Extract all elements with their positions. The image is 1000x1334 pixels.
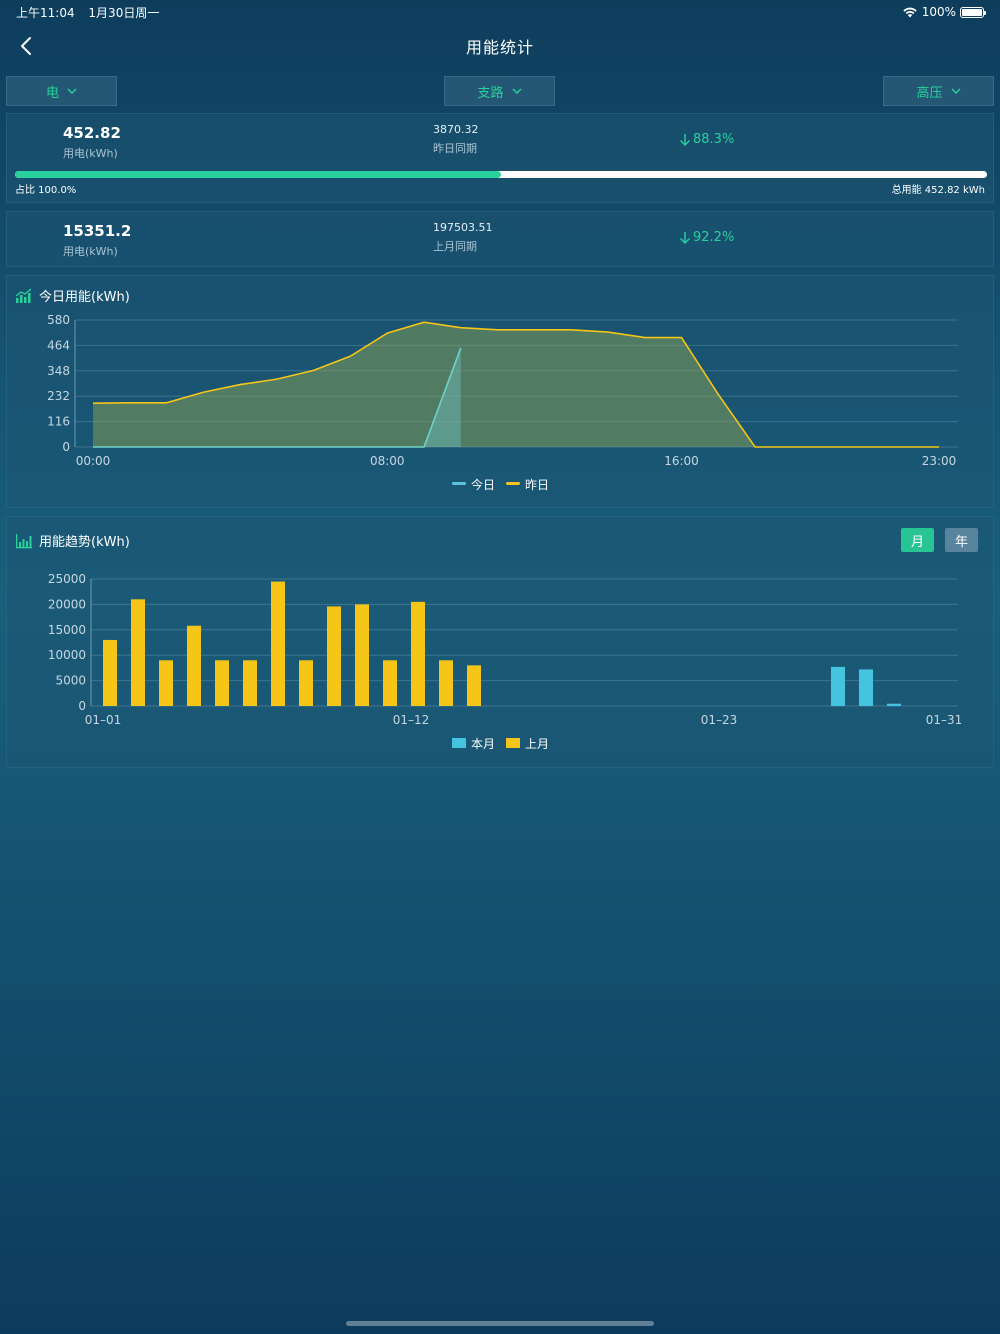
legend-swatch	[452, 738, 466, 748]
bar-this-month	[859, 669, 873, 706]
y-tick-label: 15000	[48, 623, 86, 637]
energy-type-dropdown[interactable]: 电	[6, 76, 117, 106]
yesterday-value: 3870.32	[433, 123, 479, 136]
branch-dropdown[interactable]: 支路	[444, 76, 555, 106]
legend-swatch	[506, 482, 520, 485]
today-stat-panel: 452.82 用电(kWh) 3870.32 昨日同期 88.3% 占比 100…	[6, 113, 994, 203]
x-tick-label: 00:00	[76, 454, 111, 468]
chevron-down-icon	[951, 88, 960, 94]
back-button[interactable]	[12, 32, 40, 60]
x-tick-label: 01–01	[85, 713, 122, 727]
y-tick-label: 5000	[55, 674, 86, 688]
arrow-down-icon	[680, 133, 690, 146]
x-tick-label: 08:00	[370, 454, 405, 468]
x-tick-label: 16:00	[664, 454, 699, 468]
arrow-down-icon	[680, 231, 690, 244]
share-progress-fill	[15, 171, 501, 178]
battery-icon	[960, 6, 986, 18]
nav-bar: 用能统计	[0, 24, 1000, 68]
bar-last-month	[271, 581, 285, 706]
month-stat-panel: 15351.2 用电(kWh) 197503.51 上月同期 92.2%	[6, 211, 994, 267]
bar-this-month	[831, 666, 845, 706]
y-tick-label: 232	[47, 389, 70, 403]
page-title: 用能统计	[465, 38, 534, 57]
wifi-icon	[902, 7, 917, 18]
voltage-dropdown[interactable]: 高压	[883, 76, 994, 106]
legend-label: 昨日	[525, 478, 549, 492]
y-tick-label: 464	[47, 338, 70, 352]
bar-last-month	[467, 665, 481, 706]
daily-usage-chart: 0 116 232 348 464 580 00:00 08:00 16:00 23:00 今日 昨日	[47, 313, 958, 492]
legend-label: 今日	[471, 477, 495, 492]
bar-last-month	[187, 625, 201, 706]
legend-swatch	[506, 738, 520, 748]
last-month-value: 197503.51	[433, 221, 493, 234]
share-label: 占比 100.0%	[15, 185, 77, 196]
y-tick-label: 25000	[48, 572, 86, 586]
daily-chart-panel: 今日用能(kWh) 0 116 232 348 464 580 00:00 08:00 16:0…	[6, 275, 994, 508]
last-month-label: 上月同期	[433, 240, 477, 253]
status-right: 100%	[902, 5, 986, 19]
bar-last-month	[383, 660, 397, 706]
bar-last-month	[327, 606, 341, 706]
status-date: 1月30日周一	[88, 5, 160, 20]
month-change: 92.2%	[679, 230, 734, 245]
series-yesterday-area	[93, 322, 939, 447]
y-tick-label: 116	[47, 415, 70, 429]
status-time: 上午11:04	[16, 5, 75, 20]
status-left: 上午11:04 1月30日周一	[16, 4, 169, 21]
month-value-label: 用电(kWh)	[63, 245, 118, 258]
voltage-label: 高压	[916, 85, 943, 101]
today-value-label: 用电(kWh)	[63, 147, 118, 160]
y-tick-label: 0	[78, 699, 86, 713]
legend-swatch	[452, 482, 466, 485]
bar-last-month	[439, 660, 453, 706]
battery-percent: 100%	[921, 5, 956, 19]
month-value: 15351.2	[63, 222, 132, 240]
bar-last-month	[243, 660, 257, 706]
chevron-left-icon	[21, 37, 31, 55]
y-tick-label: 20000	[48, 597, 86, 611]
total-usage-label: 总用能 452.82 kWh	[891, 185, 985, 196]
legend-label: 本月	[471, 737, 495, 751]
x-tick-label: 01–31	[926, 713, 963, 727]
x-tick-label: 23:00	[922, 454, 957, 468]
y-tick-label: 348	[47, 364, 70, 378]
y-tick-label: 580	[47, 313, 70, 327]
bar-last-month	[131, 599, 145, 706]
trend-usage-chart: 0 5000 10000 15000 20000 25000 01–01 01–12 01–23…	[48, 572, 963, 751]
bar-last-month	[355, 604, 369, 706]
bar-last-month	[299, 660, 313, 706]
today-change: 88.3%	[679, 132, 734, 147]
bar-last-month	[159, 660, 173, 706]
x-tick-label: 01–12	[393, 713, 430, 727]
month-change-value: 92.2%	[693, 230, 735, 245]
bar-last-month	[103, 639, 117, 706]
status-bar: 上午11:04 1月30日周一 100%	[0, 0, 1000, 24]
home-indicator	[346, 1321, 654, 1326]
trend-chart-panel: 用能趋势(kWh) 月 年 0 5000 10000 15000 20000 25000 0…	[6, 516, 994, 768]
y-tick-label: 10000	[48, 648, 86, 662]
chevron-down-icon	[512, 88, 521, 94]
bar-last-month	[411, 601, 425, 706]
x-tick-label: 01–23	[701, 713, 738, 727]
share-progress-bar	[15, 171, 987, 178]
today-value: 452.82	[63, 124, 121, 142]
legend-label: 上月	[525, 737, 549, 751]
filter-bar: 电 支路 高压	[6, 76, 994, 106]
energy-type-label: 电	[45, 85, 59, 101]
bar-this-month	[887, 703, 901, 706]
chevron-down-icon	[67, 88, 77, 94]
branch-label: 支路	[477, 85, 504, 101]
yesterday-label: 昨日同期	[433, 142, 477, 155]
y-tick-label: 0	[62, 440, 70, 454]
bar-last-month	[215, 660, 229, 706]
today-change-value: 88.3%	[693, 132, 735, 147]
